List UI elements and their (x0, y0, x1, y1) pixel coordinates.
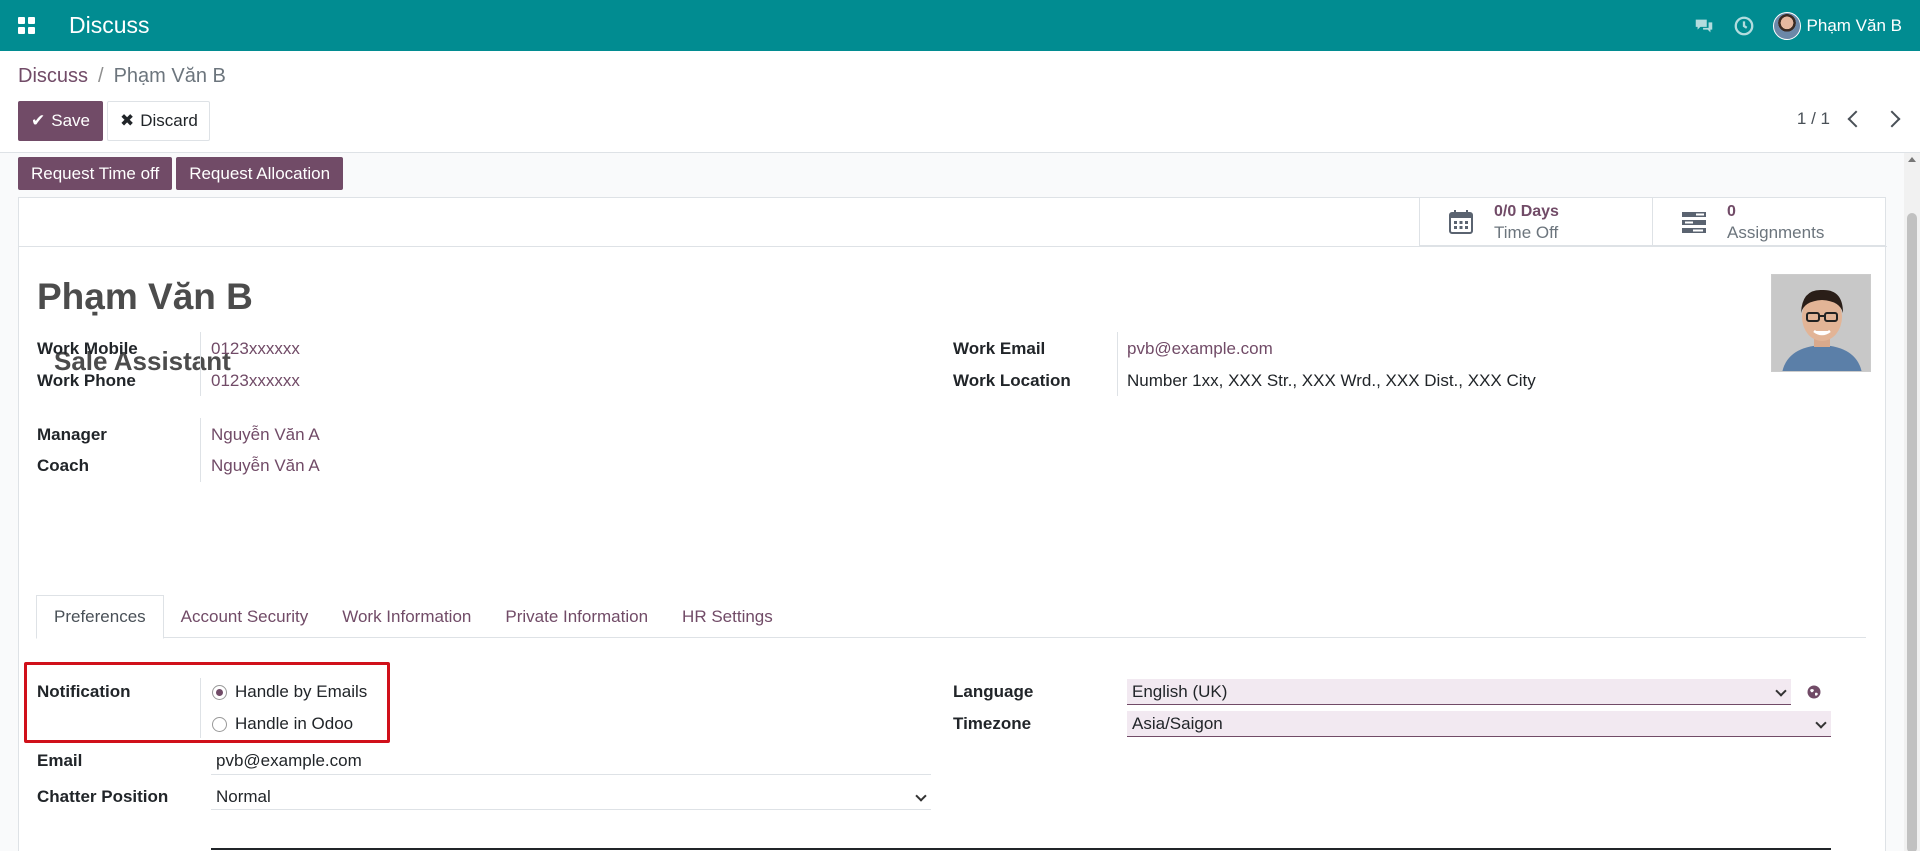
save-label: Save (51, 111, 90, 130)
request-allocation-button[interactable]: Request Allocation (176, 157, 344, 190)
breadcrumb: Discuss / Phạm Văn B (18, 65, 226, 88)
employee-photo[interactable] (1771, 274, 1871, 372)
person-photo-icon (1772, 275, 1870, 371)
work-email-label: Work Email (953, 339, 1046, 358)
chatter-position-label: Chatter Position (37, 787, 169, 806)
work-phone-value[interactable]: 0123xxxxxx (211, 371, 300, 391)
save-button[interactable]: ✔ Save (18, 101, 103, 141)
coach-value[interactable]: Nguyễn Văn A (211, 456, 320, 476)
chatter-position-value: Normal (216, 786, 271, 806)
pager: 1 / 1 (1797, 109, 1902, 129)
radio-unchecked-icon[interactable] (212, 716, 227, 732)
tasks-icon (1682, 212, 1706, 233)
tab-private-information[interactable]: Private Information (488, 595, 665, 638)
language-label: Language (953, 682, 1034, 701)
globe-icon[interactable] (1807, 685, 1821, 699)
close-icon: ✖ (120, 111, 135, 130)
chevron-right-icon[interactable] (1883, 110, 1901, 128)
assignments-label: Assignments (1727, 223, 1825, 242)
manager-value[interactable]: Nguyễn Văn A (211, 425, 320, 445)
signature-editor-top-border (211, 848, 1831, 850)
breadcrumb-parent-link[interactable]: Discuss (18, 65, 88, 88)
email-field[interactable]: pvb@example.com (211, 747, 931, 775)
top-navbar: Discuss Phạm Văn B (0, 0, 1920, 51)
assignments-stat-button[interactable]: 0 Assignments (1652, 198, 1885, 246)
calendar-icon (1449, 210, 1473, 234)
user-avatar[interactable] (1772, 11, 1801, 40)
employee-name[interactable]: Phạm Văn B (37, 276, 253, 318)
manager-label: Manager (37, 425, 107, 444)
breadcrumb-separator: / (98, 65, 104, 87)
time-off-value: 0/0 Days (1494, 203, 1559, 220)
radio-handle-by-emails[interactable]: Handle by Emails (212, 682, 367, 702)
app-title[interactable]: Discuss (69, 12, 150, 39)
tab-account-security[interactable]: Account Security (164, 595, 326, 638)
work-mobile-value[interactable]: 0123xxxxxx (211, 339, 300, 359)
scrollbar[interactable] (1904, 153, 1920, 851)
language-value: English (UK) (1132, 681, 1228, 701)
apps-menu-icon[interactable] (18, 16, 36, 35)
chevron-down-icon (1775, 685, 1787, 697)
notification-label: Notification (37, 682, 131, 701)
notebook-tabs: Preferences Account Security Work Inform… (36, 595, 1866, 639)
chevron-down-icon (1815, 717, 1827, 729)
smart-button-box: 0/0 Days Time Off 0 Assignments (1419, 198, 1885, 246)
work-phone-label: Work Phone (37, 371, 136, 390)
user-menu-name[interactable]: Phạm Văn B (1807, 16, 1902, 36)
time-off-stat-button[interactable]: 0/0 Days Time Off (1419, 198, 1652, 246)
tab-preferences[interactable]: Preferences (36, 595, 164, 639)
work-location-label: Work Location (953, 371, 1071, 390)
time-off-label: Time Off (1494, 223, 1559, 242)
scroll-up-icon[interactable] (1908, 157, 1916, 162)
check-icon: ✔ (31, 111, 46, 130)
radio-checked-icon[interactable] (212, 684, 227, 700)
radio-handle-in-odoo[interactable]: Handle in Odoo (212, 714, 353, 734)
language-select[interactable]: English (UK) (1127, 679, 1791, 705)
tab-hr-settings[interactable]: HR Settings (665, 595, 790, 638)
pager-value[interactable]: 1 / 1 (1797, 109, 1830, 129)
discard-label: Discard (140, 111, 198, 130)
systray: Phạm Văn B (1693, 0, 1902, 51)
email-label: Email (37, 751, 83, 770)
header-actions: Request Time off Request Allocation (18, 157, 347, 190)
activity-clock-icon[interactable] (1733, 15, 1755, 37)
chevron-down-icon (915, 790, 927, 802)
coach-label: Coach (37, 456, 89, 475)
tab-work-information[interactable]: Work Information (325, 595, 488, 638)
timezone-select[interactable]: Asia/Saigon (1127, 711, 1831, 737)
chat-icon[interactable] (1693, 15, 1715, 37)
form-sheet: 0/0 Days Time Off 0 Assignments Phạm Văn… (18, 197, 1887, 851)
radio-handle-in-odoo-label: Handle in Odoo (235, 714, 354, 733)
chatter-position-select[interactable]: Normal (211, 784, 931, 810)
work-mobile-label: Work Mobile (37, 339, 138, 358)
scroll-thumb[interactable] (1907, 213, 1917, 851)
timezone-value: Asia/Saigon (1132, 713, 1223, 733)
control-panel: Discuss / Phạm Văn B ✔ Save ✖ Discard 1 … (0, 51, 1920, 153)
work-location-value[interactable]: Number 1xx, XXX Str., XXX Wrd., XXX Dist… (1127, 371, 1536, 391)
discard-button[interactable]: ✖ Discard (107, 101, 210, 141)
assignments-value: 0 (1727, 203, 1736, 220)
radio-handle-by-emails-label: Handle by Emails (235, 682, 368, 701)
request-time-off-button[interactable]: Request Time off (18, 157, 173, 190)
work-email-value[interactable]: pvb@example.com (1127, 339, 1273, 359)
breadcrumb-current: Phạm Văn B (113, 65, 226, 87)
timezone-label: Timezone (953, 714, 1032, 733)
chevron-left-icon[interactable] (1847, 110, 1865, 128)
